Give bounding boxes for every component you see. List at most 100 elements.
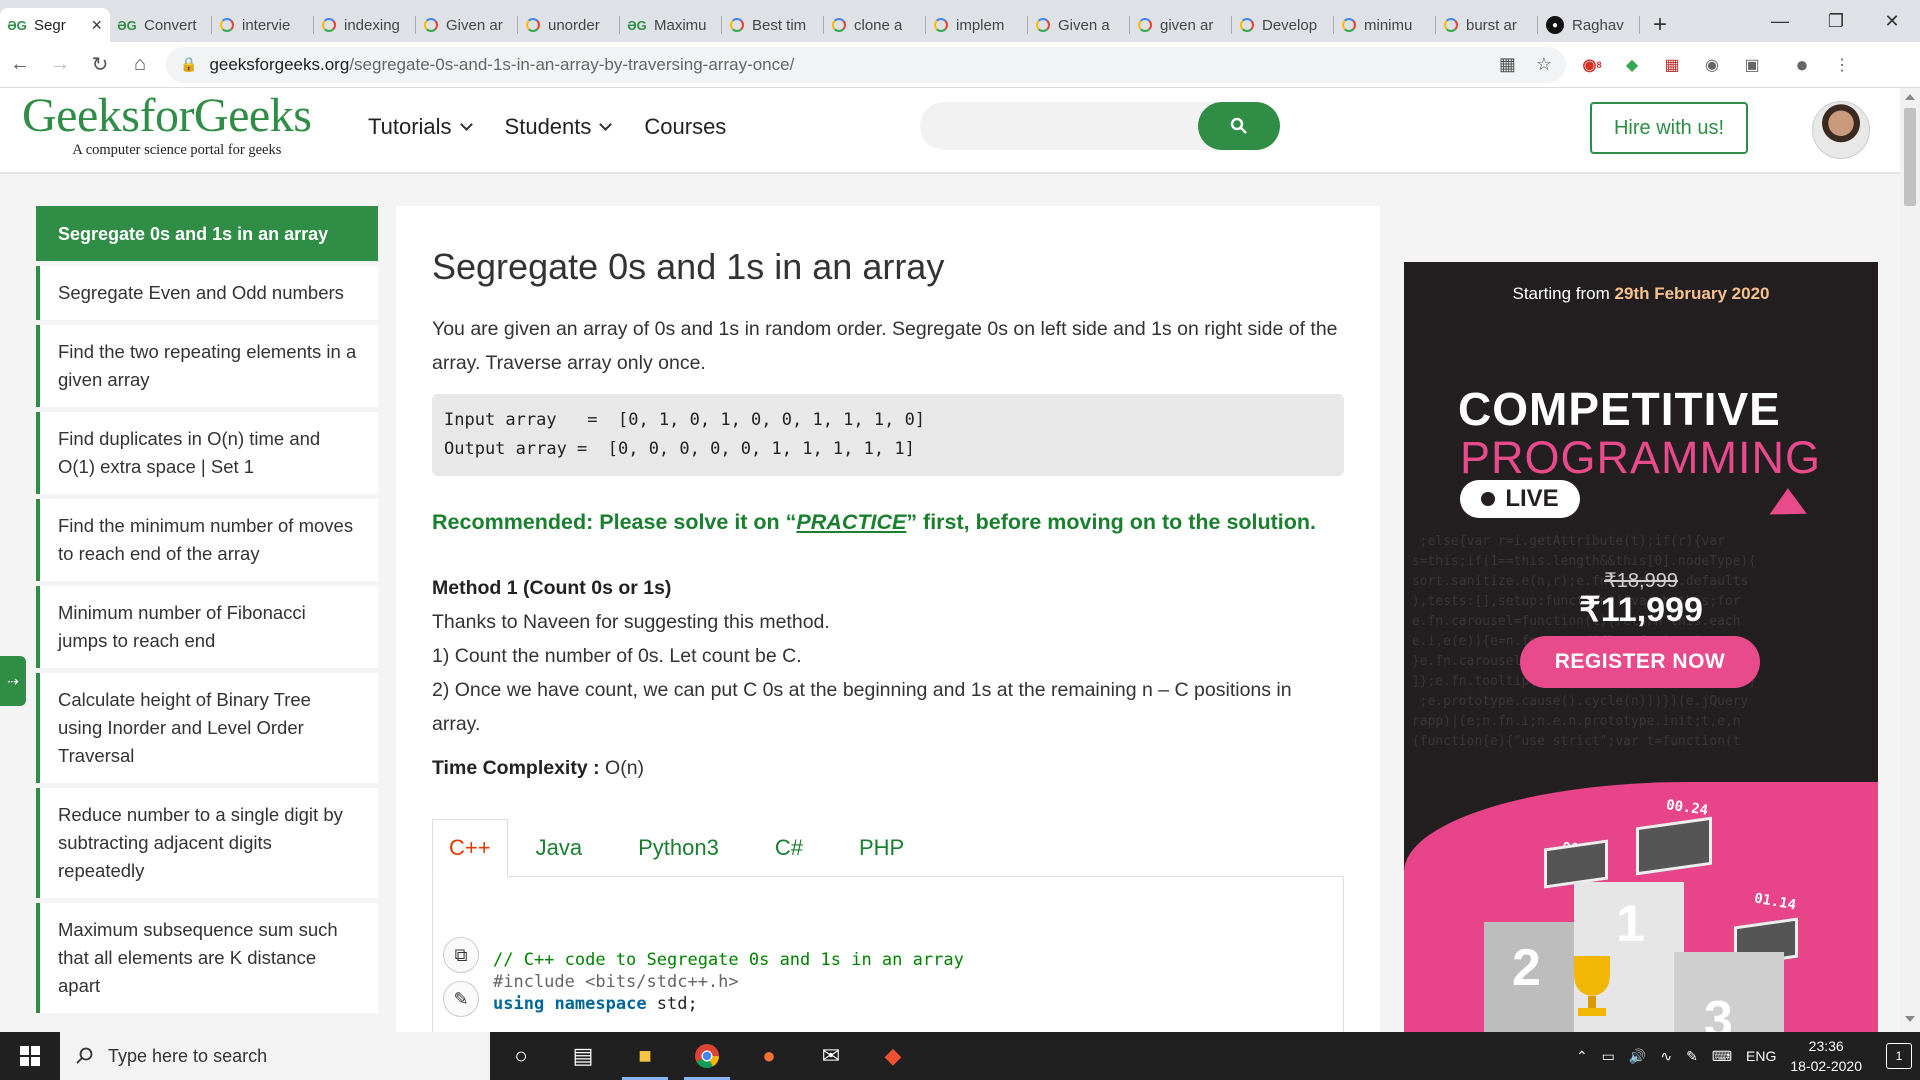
- site-logo[interactable]: GeeksforGeeks A computer science portal …: [22, 92, 312, 159]
- browser-toolbar: ← → ↻ ⌂ 🔒 geeksforgeeks.org/segregate-0s…: [0, 42, 1920, 88]
- search-icon: [1230, 117, 1247, 134]
- back-button[interactable]: ←: [0, 45, 40, 85]
- nav-students[interactable]: Students: [504, 114, 613, 140]
- practice-link[interactable]: PRACTICE: [796, 510, 906, 534]
- extension-pdf-icon[interactable]: ▦: [1658, 51, 1686, 79]
- file-explorer-icon[interactable]: ■: [614, 1032, 676, 1080]
- edit-icon[interactable]: ✎: [443, 981, 479, 1017]
- tab-csharp[interactable]: C#: [747, 819, 831, 876]
- taskbar-search-input[interactable]: Type here to search: [60, 1032, 490, 1080]
- new-tab-button[interactable]: +: [1640, 8, 1680, 42]
- sidebar-item[interactable]: Find the minimum number of moves to reac…: [36, 499, 378, 581]
- forward-button[interactable]: →: [40, 45, 80, 85]
- browser-tab[interactable]: minimu: [1334, 8, 1436, 42]
- minimize-button[interactable]: —: [1752, 0, 1808, 42]
- tab-title: Best tim: [752, 16, 807, 34]
- browser-tab[interactable]: ƏG Convert: [110, 8, 212, 42]
- tab-php[interactable]: PHP: [831, 819, 932, 876]
- register-now-button[interactable]: REGISTER NOW: [1520, 636, 1760, 688]
- browser-tab[interactable]: given ar: [1130, 8, 1232, 42]
- browser-tab[interactable]: indexing: [314, 8, 416, 42]
- competitive-programming-ad[interactable]: ;else{var r=i.getAttribute(t);if(r){var …: [1404, 262, 1878, 1040]
- sidebar-item[interactable]: Segregate Even and Odd numbers: [36, 266, 378, 320]
- tab-title: Segr: [34, 16, 66, 34]
- user-avatar[interactable]: [1812, 101, 1870, 159]
- sidebar-toggle-icon[interactable]: ⇢: [0, 656, 26, 706]
- cortana-icon[interactable]: ○: [490, 1032, 552, 1080]
- extension-badge-icon[interactable]: ◉ 8: [1578, 51, 1606, 79]
- keyboard-icon[interactable]: ⌨: [1712, 1048, 1732, 1065]
- nav-tutorials[interactable]: Tutorials: [368, 114, 473, 140]
- language-indicator[interactable]: ENG: [1746, 1048, 1776, 1064]
- sidebar-item[interactable]: Find the two repeating elements in a giv…: [36, 325, 378, 407]
- browser-tab[interactable]: burst ar: [1436, 8, 1538, 42]
- task-view-icon[interactable]: ▤: [552, 1032, 614, 1080]
- tab-cpp[interactable]: C++: [432, 819, 508, 877]
- tab-java[interactable]: Java: [508, 819, 610, 876]
- browser-tab[interactable]: ● Raghav: [1538, 8, 1640, 42]
- close-window-button[interactable]: ✕: [1864, 0, 1920, 42]
- browser-tab[interactable]: Given a: [1028, 8, 1130, 42]
- page-scrollbar[interactable]: [1900, 88, 1920, 1032]
- extension-camera-icon[interactable]: ▣: [1738, 51, 1766, 79]
- sidebar-item[interactable]: Calculate height of Binary Tree using In…: [36, 673, 378, 783]
- recommend-text-end: ” first, before moving on to the solutio…: [906, 510, 1317, 534]
- notification-center-icon[interactable]: 1: [1886, 1043, 1912, 1069]
- site-search-input[interactable]: [920, 102, 1280, 150]
- sidebar-item-active[interactable]: Segregate 0s and 1s in an array: [36, 206, 378, 261]
- profile-icon[interactable]: ●: [1788, 51, 1816, 79]
- browser-tab[interactable]: intervie: [212, 8, 314, 42]
- bookmark-star-icon[interactable]: ☆: [1536, 54, 1552, 75]
- pen-icon[interactable]: ✎: [1686, 1048, 1698, 1065]
- nav-label: Students: [504, 114, 592, 139]
- site-settings-icon[interactable]: ▦: [1499, 54, 1516, 75]
- taskbar-clock[interactable]: 23:36 18-02-2020: [1790, 1036, 1862, 1076]
- sidebar-item[interactable]: Minimum number of Fibonacci jumps to rea…: [36, 586, 378, 668]
- search-button[interactable]: [1198, 102, 1280, 150]
- mail-icon[interactable]: ✉: [800, 1032, 862, 1080]
- firefox-icon[interactable]: ●: [738, 1032, 800, 1080]
- chevron-down-icon: [599, 118, 613, 131]
- browser-tab[interactable]: unorder: [518, 8, 620, 42]
- extension-gem-icon[interactable]: ◆: [1618, 51, 1646, 79]
- volume-icon[interactable]: 🔊: [1629, 1048, 1646, 1065]
- lock-icon: 🔒: [180, 56, 198, 72]
- sidebar-item[interactable]: Find duplicates in O(n) time and O(1) ex…: [36, 412, 378, 494]
- close-tab-icon[interactable]: ×: [91, 15, 102, 36]
- nav-courses[interactable]: Courses: [644, 114, 726, 140]
- tab-python3[interactable]: Python3: [610, 819, 747, 876]
- main-nav: Tutorials Students Courses: [368, 114, 726, 140]
- browser-tab[interactable]: Develop: [1232, 8, 1334, 42]
- battery-icon[interactable]: ▭: [1602, 1048, 1615, 1065]
- extension-cast-icon[interactable]: ◉: [1698, 51, 1726, 79]
- address-bar[interactable]: 🔒 geeksforgeeks.org/segregate-0s-and-1s-…: [166, 46, 1566, 83]
- tab-title: Develop: [1262, 16, 1318, 34]
- time-complexity: Time Complexity : O(n): [432, 753, 1344, 783]
- browser-tab[interactable]: clone a: [824, 8, 926, 42]
- tab-title: burst ar: [1466, 16, 1517, 34]
- start-button[interactable]: [0, 1032, 60, 1080]
- browser-tab[interactable]: ƏG Maximu: [620, 8, 722, 42]
- tc-label: Time Complexity :: [432, 757, 600, 779]
- browser-tab[interactable]: Best tim: [722, 8, 824, 42]
- wifi-icon[interactable]: ∿: [1660, 1048, 1672, 1065]
- hire-with-us-button[interactable]: Hire with us!: [1590, 102, 1748, 154]
- sidebar-item[interactable]: Reduce number to a single digit by subtr…: [36, 788, 378, 898]
- tray-chevron-icon[interactable]: ⌃: [1576, 1048, 1588, 1065]
- browser-tab[interactable]: implem: [926, 8, 1028, 42]
- method-line: Thanks to Naveen for suggesting this met…: [432, 611, 830, 633]
- browser-tab-active[interactable]: ƏG Segr ×: [0, 8, 110, 42]
- restore-button[interactable]: ❐: [1808, 0, 1864, 42]
- browser-menu-icon[interactable]: ⋮: [1828, 51, 1856, 79]
- sidebar-item[interactable]: Maximum subsequence sum such that all el…: [36, 903, 378, 1013]
- scroll-down-icon[interactable]: [1905, 1016, 1915, 1022]
- home-button[interactable]: ⌂: [120, 45, 160, 85]
- git-icon[interactable]: ◆: [862, 1032, 924, 1080]
- google-icon: [1138, 18, 1152, 32]
- scroll-thumb[interactable]: [1904, 108, 1916, 206]
- chrome-icon[interactable]: [676, 1032, 738, 1080]
- scroll-up-icon[interactable]: [1905, 94, 1915, 100]
- copy-icon[interactable]: ⧉: [443, 937, 479, 973]
- browser-tab[interactable]: Given ar: [416, 8, 518, 42]
- reload-button[interactable]: ↻: [80, 45, 120, 85]
